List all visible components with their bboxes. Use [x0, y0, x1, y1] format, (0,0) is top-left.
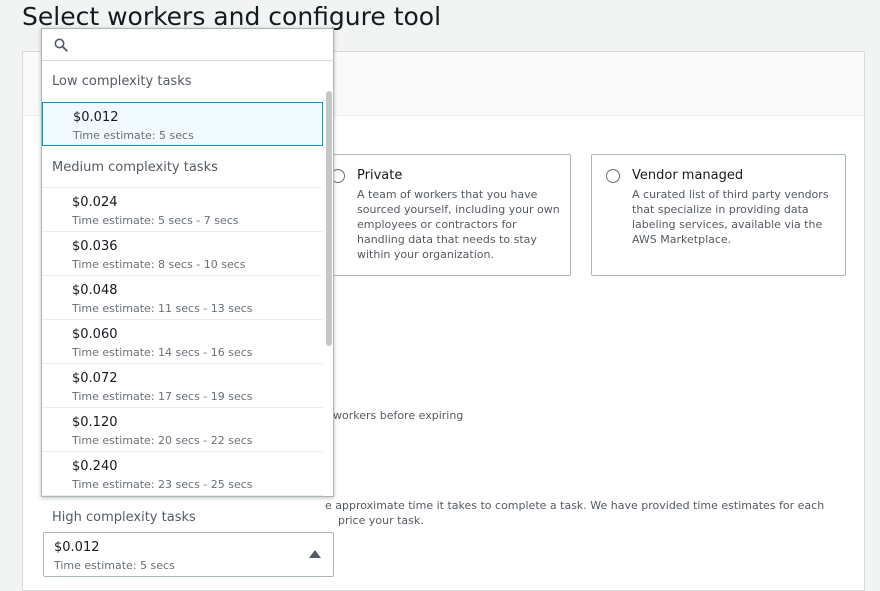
caret-up-icon — [309, 550, 321, 558]
dropdown-scrollbar-thumb[interactable] — [326, 91, 332, 346]
option-estimate: Time estimate: 5 secs - 7 secs — [72, 214, 239, 227]
option-price: $0.072 — [72, 371, 118, 386]
selected-estimate: Time estimate: 5 secs — [54, 559, 175, 572]
price-dropdown-list: Low complexity tasks $0.012 Time estimat… — [41, 28, 334, 497]
expiration-helper-text: workers before expiring — [333, 409, 464, 422]
search-icon — [54, 38, 68, 52]
vendor-radio[interactable] — [606, 169, 620, 183]
private-description: A team of workers that you have sourced … — [357, 188, 560, 261]
price-option-0-072[interactable]: $0.072 Time estimate: 17 secs - 19 secs — [42, 364, 323, 408]
group-label-medium: Medium complexity tasks — [52, 160, 218, 175]
option-estimate: Time estimate: 20 secs - 22 secs — [72, 434, 253, 447]
option-price: $0.024 — [72, 195, 118, 210]
vendor-title: Vendor managed — [632, 168, 744, 183]
dropdown-search-input[interactable] — [76, 34, 320, 58]
option-estimate: Time estimate: 23 secs - 25 secs — [72, 478, 253, 491]
option-estimate: Time estimate: 5 secs — [73, 129, 194, 142]
option-price: $0.036 — [72, 239, 118, 254]
option-price: $0.060 — [72, 327, 118, 342]
price-option-0-012[interactable]: $0.012 Time estimate: 5 secs — [42, 102, 323, 146]
price-option-0-036[interactable]: $0.036 Time estimate: 8 secs - 10 secs — [42, 232, 323, 276]
price-option-0-024[interactable]: $0.024 Time estimate: 5 secs - 7 secs — [42, 188, 323, 232]
pricing-helper-text-line2: price your task. — [338, 514, 424, 527]
option-estimate: Time estimate: 14 secs - 16 secs — [72, 346, 253, 359]
dropdown-scrollbar-track[interactable] — [323, 61, 333, 496]
price-option-0-048[interactable]: $0.048 Time estimate: 11 secs - 13 secs — [42, 276, 323, 320]
dropdown-search-row — [42, 29, 333, 61]
group-label-low: Low complexity tasks — [52, 74, 192, 89]
option-estimate: Time estimate: 17 secs - 19 secs — [72, 390, 253, 403]
price-option-0-240[interactable]: $0.240 Time estimate: 23 secs - 25 secs — [42, 452, 323, 496]
option-price: $0.240 — [72, 459, 118, 474]
option-price: $0.012 — [73, 110, 119, 125]
price-option-0-060[interactable]: $0.060 Time estimate: 14 secs - 16 secs — [42, 320, 323, 364]
option-price: $0.120 — [72, 415, 118, 430]
private-title: Private — [357, 168, 403, 183]
group-label-high: High complexity tasks — [52, 510, 196, 525]
selected-price: $0.012 — [54, 540, 100, 555]
option-estimate: Time estimate: 11 secs - 13 secs — [72, 302, 253, 315]
option-estimate: Time estimate: 8 secs - 10 secs — [72, 258, 246, 271]
worker-type-vendor-card[interactable]: Vendor managed A curated list of third p… — [591, 154, 846, 276]
pricing-helper-text-line1: e approximate time it takes to complete … — [325, 499, 825, 512]
worker-type-private-card[interactable]: Private A team of workers that you have … — [316, 154, 571, 276]
price-option-0-120[interactable]: $0.120 Time estimate: 20 secs - 22 secs — [42, 408, 323, 452]
vendor-description: A curated list of third party vendors th… — [632, 188, 829, 246]
price-select[interactable]: $0.012 Time estimate: 5 secs — [43, 532, 334, 577]
option-price: $0.048 — [72, 283, 118, 298]
